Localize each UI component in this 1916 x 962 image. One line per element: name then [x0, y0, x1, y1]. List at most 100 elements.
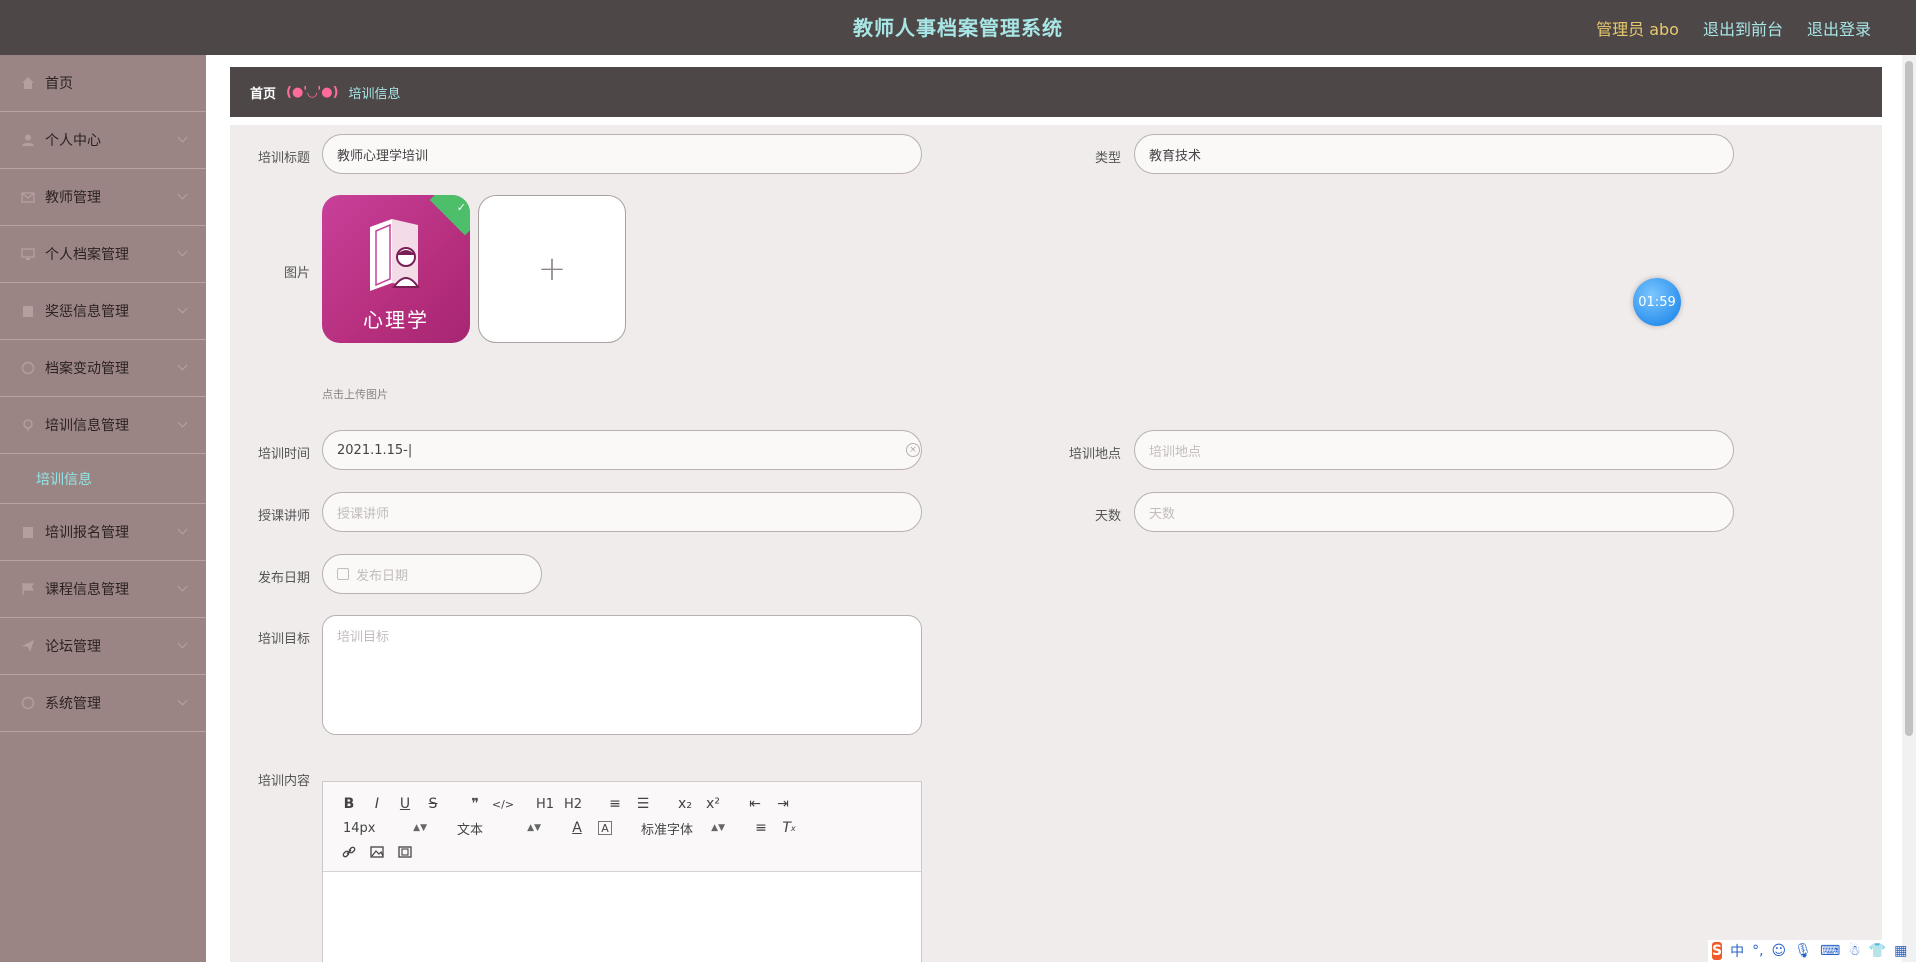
- circle-icon: [20, 360, 36, 376]
- lecturer-input[interactable]: 授课讲师: [322, 492, 922, 532]
- logout-link[interactable]: 退出登录: [1807, 16, 1871, 40]
- type-input[interactable]: 教育技术: [1134, 134, 1734, 174]
- breadcrumb-home[interactable]: 首页: [250, 83, 276, 102]
- outdent-button[interactable]: ⇤: [741, 793, 769, 815]
- chevron-down-icon: [177, 695, 188, 706]
- ime-language[interactable]: 中: [1730, 941, 1744, 961]
- title-input[interactable]: 教师心理学培训: [322, 134, 922, 174]
- user-icon: [20, 132, 36, 148]
- bold-button[interactable]: B: [335, 793, 363, 815]
- sidebar-item-personal-center[interactable]: 个人中心: [0, 112, 206, 169]
- grid-icon[interactable]: ▦: [1894, 943, 1907, 959]
- days-input[interactable]: 天数: [1134, 492, 1734, 532]
- mic-icon[interactable]: 🎙: [1794, 943, 1812, 959]
- sogou-logo-icon[interactable]: S: [1712, 942, 1723, 960]
- building-icon: [20, 303, 36, 319]
- shirt-icon[interactable]: 👕: [1869, 943, 1886, 959]
- sidebar-subitem-training-info[interactable]: 培训信息: [0, 454, 206, 504]
- link-icon[interactable]: [335, 841, 363, 863]
- top-bar: 教师人事档案管理系统 管理员 abo 退出到前台 退出登录: [0, 0, 1916, 55]
- underline-button[interactable]: U: [391, 793, 419, 815]
- sidebar-item-course-info[interactable]: 课程信息管理: [0, 561, 206, 618]
- sidebar-item-label: 教师管理: [45, 190, 101, 206]
- rich-text-editor: B I U S ❞ </> H1 H2 ≡ ☰ x₂ x² ⇤ ⇥ 14px ▲…: [322, 781, 922, 962]
- text-type-select[interactable]: 文本 ▲▼: [449, 817, 549, 839]
- location-input[interactable]: 培训地点: [1134, 430, 1734, 470]
- goal-textarea[interactable]: 培训目标: [322, 615, 922, 735]
- sidebar-item-personal-archive[interactable]: 个人档案管理: [0, 226, 206, 283]
- sidebar-item-label: 奖惩信息管理: [45, 304, 129, 320]
- subscript-button[interactable]: x₂: [671, 793, 699, 815]
- circle-icon: [20, 695, 36, 711]
- date-placeholder: 发布日期: [356, 568, 409, 584]
- sidebar-item-label: 课程信息管理: [45, 582, 129, 598]
- back-to-front-link[interactable]: 退出到前台: [1703, 16, 1783, 40]
- blockquote-button[interactable]: ❞: [461, 793, 489, 815]
- sidebar-item-home[interactable]: 首页: [0, 55, 206, 112]
- indent-button[interactable]: ⇥: [769, 793, 797, 815]
- admin-label: 管理员 abo: [1596, 20, 1679, 39]
- sidebar-item-archive-change[interactable]: 档案变动管理: [0, 340, 206, 397]
- scrollbar-thumb[interactable]: [1905, 61, 1913, 736]
- chevron-updown-icon: ▲▼: [527, 823, 541, 833]
- chevron-down-icon: [177, 360, 188, 371]
- page-scrollbar[interactable]: [1902, 55, 1916, 962]
- main-content: 首页 (●'◡'●) 培训信息 培训标题 教师心理学培训 类型 教育技术 图片 …: [206, 55, 1896, 962]
- home-icon: [20, 75, 36, 91]
- code-button[interactable]: </>: [489, 793, 517, 815]
- sidebar-item-teacher-management[interactable]: 教师管理: [0, 169, 206, 226]
- image-upload-button[interactable]: +: [478, 195, 626, 343]
- italic-button[interactable]: I: [363, 793, 391, 815]
- time-input[interactable]: 2021.1.15-|: [322, 430, 922, 470]
- building-icon: [20, 524, 36, 540]
- header-links: 管理员 abo 退出到前台 退出登录: [1596, 16, 1871, 40]
- h1-button[interactable]: H1: [531, 793, 559, 815]
- sidebar-item-training-info[interactable]: 培训信息管理: [0, 397, 206, 454]
- h2-button[interactable]: H2: [559, 793, 587, 815]
- chevron-down-icon: [177, 189, 188, 200]
- bullet-list-button[interactable]: ☰: [629, 793, 657, 815]
- breadcrumb-separator: (●'◡'●): [286, 84, 339, 100]
- superscript-button[interactable]: x²: [699, 793, 727, 815]
- video-icon[interactable]: [391, 841, 419, 863]
- keyboard-icon[interactable]: ⌨: [1820, 943, 1840, 959]
- strike-button[interactable]: S: [419, 793, 447, 815]
- training-form: 培训标题 教师心理学培训 类型 教育技术 图片 ✓ 心理学 + 点击上传图片 培…: [230, 125, 1882, 962]
- clear-icon[interactable]: ×: [906, 443, 920, 457]
- user-icon[interactable]: ☃: [1848, 943, 1861, 959]
- chevron-down-icon: [177, 246, 188, 257]
- sidebar-item-training-registration[interactable]: 培训报名管理: [0, 504, 206, 561]
- sidebar-item-system[interactable]: 系统管理: [0, 675, 206, 732]
- thumbnail-caption: 心理学: [363, 308, 429, 332]
- font-size-select[interactable]: 14px ▲▼: [335, 817, 435, 839]
- ime-punctuation[interactable]: °,: [1752, 943, 1763, 959]
- editor-toolbar: B I U S ❞ </> H1 H2 ≡ ☰ x₂ x² ⇤ ⇥ 14px ▲…: [323, 782, 921, 872]
- recording-timer[interactable]: 01:59: [1633, 278, 1681, 326]
- flag-icon: [20, 581, 36, 597]
- sidebar-item-label: 档案变动管理: [45, 361, 129, 377]
- font-color-icon[interactable]: A: [563, 817, 591, 839]
- sidebar-item-reward-punishment[interactable]: 奖惩信息管理: [0, 283, 206, 340]
- chevron-down-icon: [177, 132, 188, 143]
- date-picker[interactable]: 发布日期: [322, 554, 542, 594]
- uploaded-image-thumbnail[interactable]: ✓ 心理学: [322, 195, 470, 343]
- calendar-icon: [337, 568, 349, 580]
- mail-icon: [20, 189, 36, 205]
- sidebar-item-label: 培训信息管理: [45, 418, 129, 434]
- title-label: 培训标题: [257, 151, 310, 166]
- ordered-list-button[interactable]: ≡: [601, 793, 629, 815]
- lecturer-label: 授课讲师: [257, 509, 310, 524]
- align-icon[interactable]: ≡: [747, 817, 775, 839]
- font-family-select[interactable]: 标准字体 ▲▼: [633, 817, 733, 839]
- background-color-icon[interactable]: A: [598, 821, 612, 835]
- sidebar-item-label: 个人中心: [45, 133, 101, 149]
- image-icon[interactable]: [363, 841, 391, 863]
- emoji-icon[interactable]: ☺: [1772, 943, 1787, 959]
- clear-format-icon[interactable]: Tx: [775, 817, 803, 839]
- sidebar-item-forum[interactable]: 论坛管理: [0, 618, 206, 675]
- image-label: 图片: [283, 266, 310, 281]
- sidebar-item-label: 个人档案管理: [45, 247, 129, 263]
- send-icon: [20, 638, 36, 654]
- type-label: 类型: [1094, 151, 1121, 166]
- ime-toolbar: S 中 °, ☺ 🎙 ⌨ ☃ 👕 ▦: [1708, 940, 1907, 962]
